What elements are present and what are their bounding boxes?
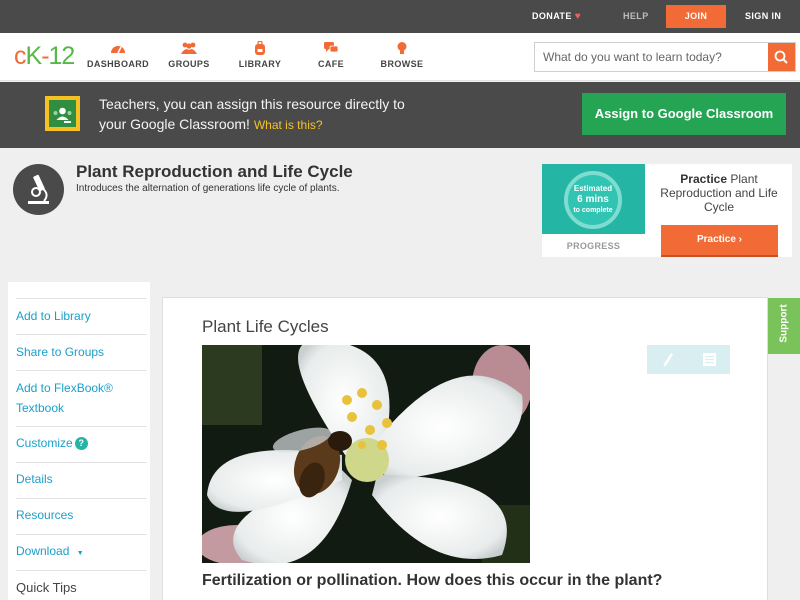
practice-card: Estimated 6 mins to complete PROGRESS Pr… [542,164,792,257]
search-input[interactable] [535,43,769,71]
search-icon [774,50,788,64]
nav-cafe-label: CAFE [317,59,345,69]
search-box [534,42,796,72]
divider [16,570,147,571]
support-tab[interactable]: Support [768,298,800,354]
google-classroom-icon [45,96,80,131]
pencil-icon [663,353,673,367]
add-to-library-link[interactable]: Add to Library [16,306,139,326]
search-button[interactable] [768,43,795,71]
customize-link[interactable]: Customize? [16,433,139,453]
donate-link[interactable]: DONATE ♥ [532,0,581,33]
ck12-logo[interactable]: cK-12 [14,42,75,71]
divider [16,534,147,535]
sign-in-link[interactable]: SIGN IN [745,0,781,33]
support-label: Support [778,304,790,343]
classroom-line2: your Google Classroom! [99,116,250,132]
nav-library-label: LIBRARY [238,59,282,69]
chat-icon [291,41,371,57]
quick-tips-heading: Quick Tips [16,580,77,595]
nav-browse[interactable]: BROWSE [362,41,442,69]
divider [16,498,147,499]
join-button[interactable]: JOIN [666,5,726,28]
backpack-icon [220,40,300,57]
page-title: Plant Reproduction and Life Cycle [76,162,353,181]
nav-dashboard[interactable]: DASHBOARD [78,41,158,69]
practice-button[interactable]: Practice › [661,225,778,255]
chevron-right-icon: › [738,234,743,245]
help-link[interactable]: HELP [623,0,649,33]
add-to-flexbook-link[interactable]: Add to FlexBook® Textbook [16,378,139,418]
divider [16,462,147,463]
notes-button[interactable] [689,345,730,374]
help-circle-icon[interactable]: ? [74,437,88,450]
divider [16,426,147,427]
download-dropdown[interactable]: Download ▼ [16,541,139,564]
assign-google-classroom-button[interactable]: Assign to Google Classroom [582,93,786,135]
divider [16,298,147,299]
practice-description: Practice Plant Reproduction and Life Cyc… [660,172,778,214]
main-header: cK-12 DASHBOARD GROUPS LIBRARY CAFE BROW… [0,33,800,81]
resources-link[interactable]: Resources [16,505,139,525]
classroom-message: Teachers, you can assign this resource d… [99,94,439,135]
to-complete-label: to complete [573,207,613,214]
bulb-icon [362,41,442,57]
gauge-icon [78,41,158,57]
classroom-line1: Teachers, you can assign this resource d… [99,96,405,112]
content-toolbar [647,345,730,374]
nav-cafe[interactable]: CAFE [291,41,371,69]
progress-label: PROGRESS [566,241,621,251]
google-classroom-banner: Teachers, you can assign this resource d… [0,82,800,148]
section-heading: Plant Life Cycles [202,317,329,336]
top-bar: DONATE ♥ HELP JOIN SIGN IN [0,0,800,33]
divider [16,370,147,371]
dropdown-arrow-icon: ▼ [76,550,84,557]
action-sidebar: Add to Library Share to Groups Add to Fl… [8,282,150,600]
nav-groups[interactable]: GROUPS [149,41,229,69]
notes-icon [703,353,716,366]
what-is-this-link[interactable]: What is this? [254,118,323,132]
estimated-mins: 6 mins [577,194,609,205]
divider [16,334,147,335]
donate-label: DONATE [532,11,572,21]
progress-badge: Estimated 6 mins to complete [542,164,645,234]
details-link[interactable]: Details [16,469,139,489]
nav-dashboard-label: DASHBOARD [86,59,150,69]
nav-browse-label: BROWSE [380,59,424,69]
progress-ring: Estimated 6 mins to complete [564,171,622,229]
nav-groups-label: GROUPS [168,59,210,69]
people-icon [149,41,229,57]
share-to-groups-link[interactable]: Share to Groups [16,342,139,362]
annotate-button[interactable] [647,345,688,374]
heart-icon: ♥ [574,11,582,22]
microscope-icon [13,164,64,215]
nav-library[interactable]: LIBRARY [220,40,300,69]
bee-flower-photo [202,345,530,563]
page-subtitle: Introduces the alternation of generation… [76,183,340,194]
content-question: Fertilization or pollination. How does t… [202,572,663,589]
estimated-label: Estimated [573,184,613,193]
